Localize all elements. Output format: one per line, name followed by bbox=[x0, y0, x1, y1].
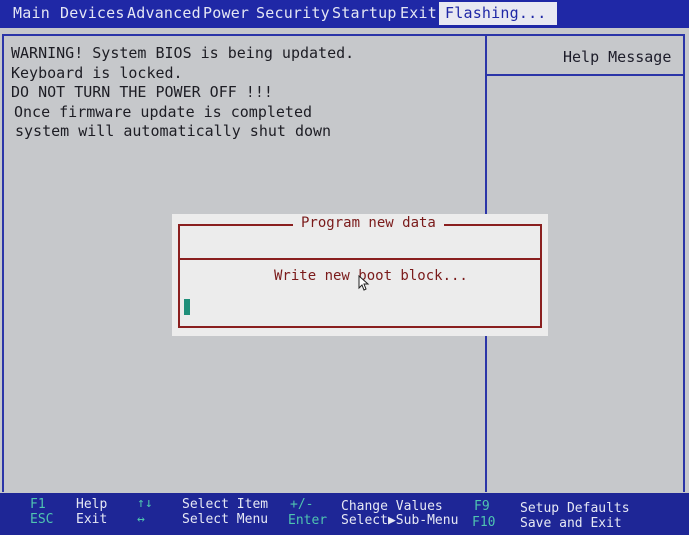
key-updown: ↑↓ bbox=[137, 496, 153, 511]
key-f1-desc: Help bbox=[76, 497, 108, 512]
key-esc: ESC bbox=[30, 512, 54, 527]
key-f9: F9 bbox=[474, 499, 490, 514]
menu-exit[interactable]: Exit bbox=[400, 4, 437, 22]
menu-startup[interactable]: Startup bbox=[332, 4, 397, 22]
key-plusminus: +/- bbox=[290, 497, 314, 512]
menu-main[interactable]: Main bbox=[13, 4, 50, 22]
dialog-message: Write new boot block... bbox=[274, 268, 468, 284]
key-enter-desc: Select▶Sub-Menu bbox=[341, 513, 459, 528]
mouse-pointer-icon bbox=[358, 275, 370, 291]
warning-line: system will automatically shut down bbox=[15, 122, 332, 140]
warning-line: WARNING! System BIOS is being updated. bbox=[11, 44, 355, 62]
key-f1: F1 bbox=[30, 497, 46, 512]
menu-bar: Main Devices Advanced Power Security Sta… bbox=[0, 0, 689, 28]
help-separator bbox=[487, 74, 685, 76]
key-legend: F1 Help ESC Exit ↑↓ Select Item ↔ Select… bbox=[0, 493, 689, 535]
key-leftright-desc: Select Menu bbox=[182, 512, 269, 527]
key-updown-desc: Select Item bbox=[182, 497, 269, 512]
key-enter: Enter bbox=[288, 513, 328, 528]
flash-warning-text: WARNING! System BIOS is being updated. K… bbox=[11, 44, 354, 142]
key-plusminus-desc: Change Values bbox=[341, 499, 443, 514]
menu-security[interactable]: Security bbox=[256, 4, 330, 22]
bios-screen: Main Devices Advanced Power Security Sta… bbox=[0, 0, 689, 535]
help-message-title: Help Message bbox=[563, 48, 672, 66]
key-f10: F10 bbox=[472, 515, 496, 530]
key-f10-desc: Save and Exit bbox=[520, 516, 622, 531]
key-leftright: ↔ bbox=[137, 512, 145, 527]
key-f9-desc: Setup Defaults bbox=[520, 501, 630, 516]
dialog-separator bbox=[178, 258, 542, 260]
dialog-title: Program new data bbox=[293, 215, 444, 231]
key-esc-desc: Exit bbox=[76, 512, 108, 527]
menu-devices[interactable]: Devices bbox=[60, 4, 125, 22]
menu-advanced[interactable]: Advanced bbox=[127, 4, 201, 22]
program-dialog: Program new data Write new boot block... bbox=[172, 214, 548, 336]
menu-power[interactable]: Power bbox=[203, 4, 249, 22]
menu-flashing[interactable]: Flashing... bbox=[439, 2, 557, 25]
warning-line: DO NOT TURN THE POWER OFF !!! bbox=[11, 83, 273, 101]
warning-line: Keyboard is locked. bbox=[11, 63, 183, 82]
warning-line: Once firmware update is completed bbox=[14, 102, 313, 121]
text-cursor bbox=[184, 299, 190, 315]
